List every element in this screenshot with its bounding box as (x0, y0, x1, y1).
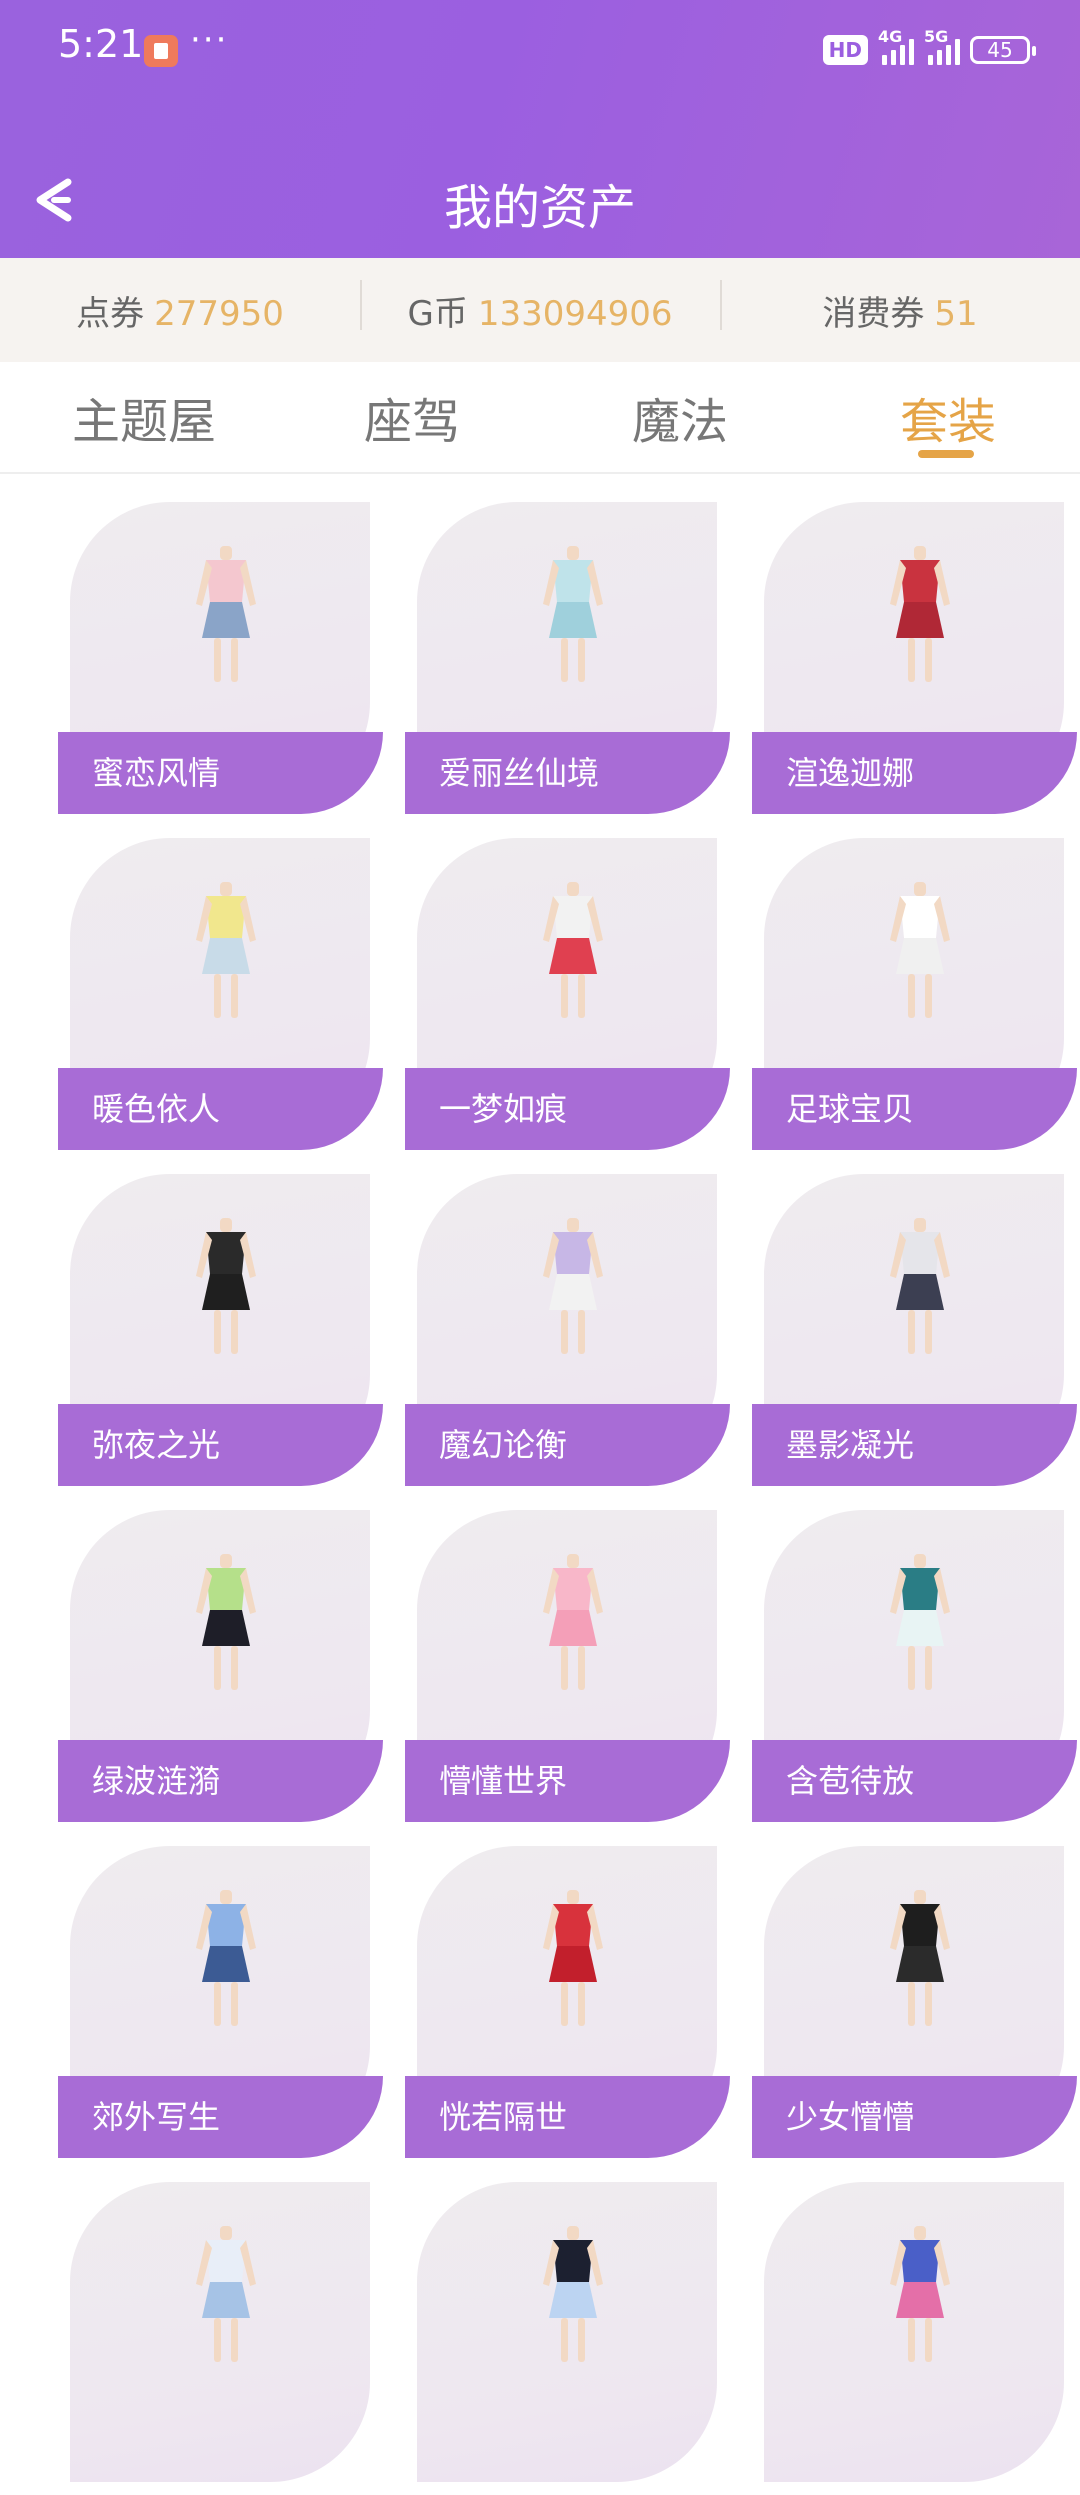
outfit-figure-icon (543, 882, 603, 1018)
outfit-name: 懵懂世界 (405, 1740, 730, 1822)
outfit-thumbnail (70, 2182, 370, 2482)
asset-value: 51 (934, 293, 978, 334)
outfit-figure-icon (890, 2226, 950, 2362)
outfit-figure-icon (196, 546, 256, 682)
outfit-thumbnail (417, 2182, 717, 2482)
tab-magic[interactable]: 魔法 (632, 382, 728, 452)
outfit-card[interactable]: 渲逸迦娜 (752, 500, 1077, 815)
outfit-card[interactable]: 懵懂世界 (405, 1508, 730, 1823)
outfit-name: 暖色依人 (58, 1068, 383, 1150)
asset-vouchers: 消费券 51 (720, 279, 1080, 335)
outfit-name: 一梦如痕 (405, 1068, 730, 1150)
outfit-figure-icon (196, 1218, 256, 1354)
notification-icon (144, 35, 178, 67)
asset-label: G币 (407, 293, 468, 334)
active-tab-indicator (918, 450, 974, 458)
outfit-card[interactable]: 爱丽丝仙境 (405, 500, 730, 815)
outfit-card[interactable]: 恍若隔世 (405, 1844, 730, 2159)
outfit-figure-icon (543, 546, 603, 682)
outfit-figure-icon (543, 1218, 603, 1354)
outfit-name: 渲逸迦娜 (752, 732, 1077, 814)
navigation-bar: 我的资产 (0, 150, 1080, 240)
assets-summary: 点券 277950 G币 133094906 消费券 51 (0, 258, 1080, 362)
outfit-card[interactable] (752, 2180, 1077, 2495)
outfit-name: 墨影凝光 (752, 1404, 1077, 1486)
outfit-card[interactable] (405, 2180, 730, 2495)
outfit-name: 蜜恋风情 (58, 732, 383, 814)
more-notifications-icon: ··· (190, 20, 229, 60)
tab-theme-house[interactable]: 主题屋 (72, 382, 216, 452)
category-tabs: 主题屋 座驾 魔法 套装 (0, 362, 1080, 474)
asset-coupons: 点券 277950 (0, 286, 360, 335)
tab-vehicles[interactable]: 座驾 (364, 382, 460, 452)
hd-icon: HD (822, 35, 868, 65)
network-label: 5G (924, 27, 949, 46)
asset-value: 277950 (154, 293, 284, 334)
header-background: 5:21 ··· HD 4G 5G 45 我的资产 (0, 0, 1080, 258)
asset-g-coins: G币 133094906 (360, 279, 720, 335)
outfit-card[interactable]: 郊外写生 (58, 1844, 383, 2159)
outfit-figure-icon (196, 2226, 256, 2362)
outfit-card[interactable]: 墨影凝光 (752, 1172, 1077, 1487)
signal-icon: 4G (878, 27, 914, 65)
outfit-card[interactable]: 一梦如痕 (405, 836, 730, 1151)
outfit-figure-icon (890, 546, 950, 682)
outfit-figure-icon (196, 882, 256, 1018)
outfit-figure-icon (543, 1554, 603, 1690)
outfit-card[interactable] (58, 2180, 383, 2495)
battery-icon: 45 (970, 36, 1036, 64)
outfit-card[interactable]: 含苞待放 (752, 1508, 1077, 1823)
outfit-name: 恍若隔世 (405, 2076, 730, 2158)
outfit-name: 含苞待放 (752, 1740, 1077, 1822)
battery-level: 45 (987, 38, 1013, 62)
outfit-card[interactable]: 绿波涟漪 (58, 1508, 383, 1823)
outfit-figure-icon (890, 1218, 950, 1354)
clock: 5:21 (58, 22, 144, 66)
status-indicators: HD 4G 5G 45 (822, 27, 1036, 70)
outfit-name: 爱丽丝仙境 (405, 732, 730, 814)
outfit-figure-icon (890, 1554, 950, 1690)
outfit-figure-icon (543, 2226, 603, 2362)
outfit-name: 少女懵懵 (752, 2076, 1077, 2158)
outfit-card[interactable]: 少女懵懵 (752, 1844, 1077, 2159)
status-bar: 5:21 ··· HD 4G 5G 45 (0, 0, 1080, 100)
asset-label: 消费券 (822, 293, 925, 334)
outfit-figure-icon (196, 1554, 256, 1690)
network-label: 4G (878, 27, 903, 46)
outfit-card[interactable]: 弥夜之光 (58, 1172, 383, 1487)
outfit-card[interactable]: 暖色依人 (58, 836, 383, 1151)
outfit-name: 弥夜之光 (58, 1404, 383, 1486)
tab-outfits[interactable]: 套装 (900, 382, 996, 452)
outfit-name: 魔幻论衡 (405, 1404, 730, 1486)
outfit-card[interactable]: 蜜恋风情 (58, 500, 383, 815)
outfit-figure-icon (890, 882, 950, 1018)
outfit-figure-icon (890, 1890, 950, 2026)
asset-label: 点券 (76, 293, 145, 334)
asset-value: 133094906 (477, 293, 673, 334)
signal-icon: 5G (924, 27, 960, 65)
outfit-name: 足球宝贝 (752, 1068, 1077, 1150)
outfit-card[interactable]: 魔幻论衡 (405, 1172, 730, 1487)
outfit-name: 绿波涟漪 (58, 1740, 383, 1822)
outfit-name: 郊外写生 (58, 2076, 383, 2158)
page-title: 我的资产 (443, 180, 636, 236)
outfit-figure-icon (543, 1890, 603, 2026)
outfit-card[interactable]: 足球宝贝 (752, 836, 1077, 1151)
outfit-figure-icon (196, 1890, 256, 2026)
outfit-thumbnail (764, 2182, 1064, 2482)
